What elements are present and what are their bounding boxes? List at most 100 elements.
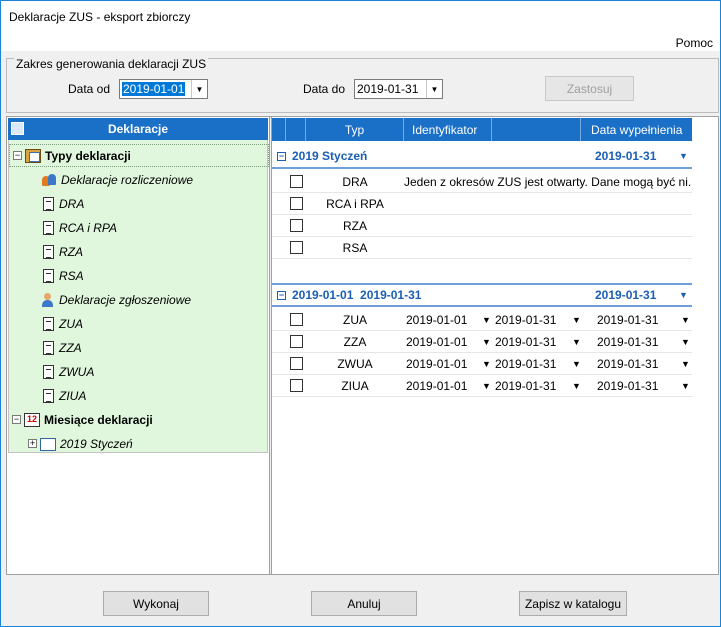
group-date: 2019-01-31 [595, 288, 657, 302]
tree-node-zua[interactable]: ZUA [41, 312, 83, 335]
cell-type: RSA [342, 240, 368, 255]
window-title: Deklaracje ZUS - eksport zbiorczy [9, 10, 191, 24]
chevron-down-icon[interactable]: ▼ [572, 381, 581, 391]
row-checkbox[interactable] [290, 379, 303, 392]
apply-button[interactable]: Zastosuj [545, 76, 634, 101]
chevron-down-icon[interactable]: ▼ [482, 381, 491, 391]
chevron-down-icon[interactable]: ▼ [572, 337, 581, 347]
cell-type: ZUA [343, 312, 367, 327]
tree-node-rsa[interactable]: RSA [41, 264, 84, 287]
chevron-down-icon[interactable]: ▼ [572, 315, 581, 325]
execute-button[interactable]: Wykonaj [103, 591, 209, 616]
cell-date-from[interactable]: 2019-01-01 [406, 357, 467, 371]
table-row[interactable]: RCA i RPA [272, 193, 692, 215]
chevron-down-icon[interactable]: ▼ [191, 80, 207, 98]
user-icon [41, 292, 55, 307]
grid-col-select [272, 118, 286, 141]
cell-date-to[interactable]: 2019-01-31 [495, 335, 556, 349]
cell-date-to[interactable]: 2019-01-31 [495, 313, 556, 327]
tree-node-settlement[interactable]: Deklaracje rozliczeniowe [41, 168, 193, 191]
tree-header: Deklaracje [8, 118, 268, 140]
table-row[interactable]: RZA [272, 215, 692, 237]
table-row[interactable]: ZUA 2019-01-01 ▼ 2019-01-31 ▼ 2019-01-31… [272, 309, 692, 331]
document-icon [43, 340, 54, 355]
date-to-value[interactable]: 2019-01-31 [355, 82, 426, 96]
grid-col-fill-date[interactable]: Data wypełnienia [581, 118, 692, 141]
chevron-down-icon[interactable]: ▼ [681, 337, 690, 347]
grid-col-id[interactable]: Identyfikator [404, 118, 492, 141]
tree-node-label: ZIUA [59, 388, 87, 403]
row-checkbox[interactable] [290, 175, 303, 188]
tree-node-ziua[interactable]: ZIUA [41, 384, 86, 407]
tree-node-registration[interactable]: Deklaracje zgłoszeniowe [41, 288, 191, 311]
declaration-grid: Typ Identyfikator Data wypełnienia − 201… [272, 117, 718, 574]
cell-date-from[interactable]: 2019-01-01 [406, 335, 467, 349]
row-checkbox[interactable] [290, 335, 303, 348]
date-from-value[interactable]: 2019-01-01 [122, 82, 186, 96]
document-icon [43, 244, 54, 259]
help-menu[interactable]: Pomoc [676, 36, 713, 50]
chevron-down-icon[interactable]: ▼ [681, 381, 690, 391]
row-checkbox[interactable] [290, 219, 303, 232]
cell-date-to[interactable]: 2019-01-31 [495, 357, 556, 371]
tree-node-rca[interactable]: RCA i RPA [41, 216, 117, 239]
tree-node-label: ZUA [59, 316, 83, 331]
save-to-folder-button[interactable]: Zapisz w katalogu [519, 591, 627, 616]
tree-node-zwua[interactable]: ZWUA [41, 360, 94, 383]
cell-type: ZIUA [341, 378, 369, 393]
chevron-down-icon[interactable]: ▼ [679, 151, 688, 161]
tree-node-label: ZWUA [59, 364, 95, 379]
chevron-down-icon[interactable]: ▼ [681, 315, 690, 325]
date-from-picker[interactable]: 2019-01-01 ▼ [119, 79, 208, 99]
tree-node-label: Miesiące deklaracji [44, 412, 153, 427]
cell-fill-date[interactable]: 2019-01-31 [597, 335, 658, 349]
table-row[interactable]: ZWUA 2019-01-01 ▼ 2019-01-31 ▼ 2019-01-3… [272, 353, 692, 375]
group-header-range[interactable]: − 2019-01-01 2019-01-31 2019-01-31 ▼ [272, 283, 692, 307]
chevron-down-icon[interactable]: ▼ [482, 359, 491, 369]
chevron-down-icon[interactable]: ▼ [482, 315, 491, 325]
tree-node-rza[interactable]: RZA [41, 240, 83, 263]
cell-fill-date[interactable]: 2019-01-31 [597, 357, 658, 371]
tree-node-label: RCA i RPA [59, 220, 118, 235]
row-checkbox[interactable] [290, 357, 303, 370]
collapse-icon[interactable]: − [277, 290, 286, 300]
tree-node-types[interactable]: − Typy deklaracji [9, 144, 269, 167]
document-icon [43, 316, 54, 331]
table-row[interactable]: ZIUA 2019-01-01 ▼ 2019-01-31 ▼ 2019-01-3… [272, 375, 692, 397]
tree-node-months[interactable]: − Miesiące deklaracji [12, 408, 153, 431]
cancel-button[interactable]: Anuluj [311, 591, 417, 616]
grid-col-type[interactable]: Typ [306, 118, 404, 141]
cell-fill-date[interactable]: 2019-01-31 [597, 313, 658, 327]
chevron-down-icon[interactable]: ▼ [572, 359, 581, 369]
cell-date-from[interactable]: 2019-01-01 [406, 313, 467, 327]
chevron-down-icon[interactable]: ▼ [482, 337, 491, 347]
table-row[interactable]: ZZA 2019-01-01 ▼ 2019-01-31 ▼ 2019-01-31… [272, 331, 692, 353]
cell-type: DRA [342, 174, 368, 189]
grid-icon [11, 122, 24, 135]
document-icon [43, 196, 54, 211]
chevron-down-icon[interactable]: ▼ [426, 80, 442, 98]
tree-header-label: Deklaracje [107, 122, 169, 136]
collapse-icon[interactable]: − [12, 415, 21, 424]
table-row[interactable]: RSA [272, 237, 692, 259]
tree-node-zza[interactable]: ZZA [41, 336, 82, 359]
cell-type: RCA i RPA [326, 196, 384, 211]
row-checkbox[interactable] [290, 241, 303, 254]
cell-fill-date[interactable]: 2019-01-31 [597, 379, 658, 393]
collapse-icon[interactable]: − [13, 151, 22, 160]
collapse-icon[interactable]: − [277, 151, 286, 161]
group-header-month[interactable]: − 2019 Styczeń 2019-01-31 ▼ [272, 145, 692, 169]
expand-icon[interactable]: + [28, 439, 37, 448]
tree-node-month[interactable]: + 2019 Styczeń [28, 432, 133, 455]
table-row[interactable]: DRA Jeden z okresów ZUS jest otwarty. Da… [272, 171, 692, 193]
chevron-down-icon[interactable]: ▼ [679, 290, 688, 300]
tree-node-dra[interactable]: DRA [41, 192, 84, 215]
chevron-down-icon[interactable]: ▼ [681, 359, 690, 369]
row-checkbox[interactable] [290, 197, 303, 210]
date-to-picker[interactable]: 2019-01-31 ▼ [354, 79, 443, 99]
cell-type: ZWUA [337, 356, 373, 371]
cell-date-from[interactable]: 2019-01-01 [406, 379, 467, 393]
row-checkbox[interactable] [290, 313, 303, 326]
tree-node-label: Typy deklaracji [45, 148, 131, 163]
cell-date-to[interactable]: 2019-01-31 [495, 379, 556, 393]
